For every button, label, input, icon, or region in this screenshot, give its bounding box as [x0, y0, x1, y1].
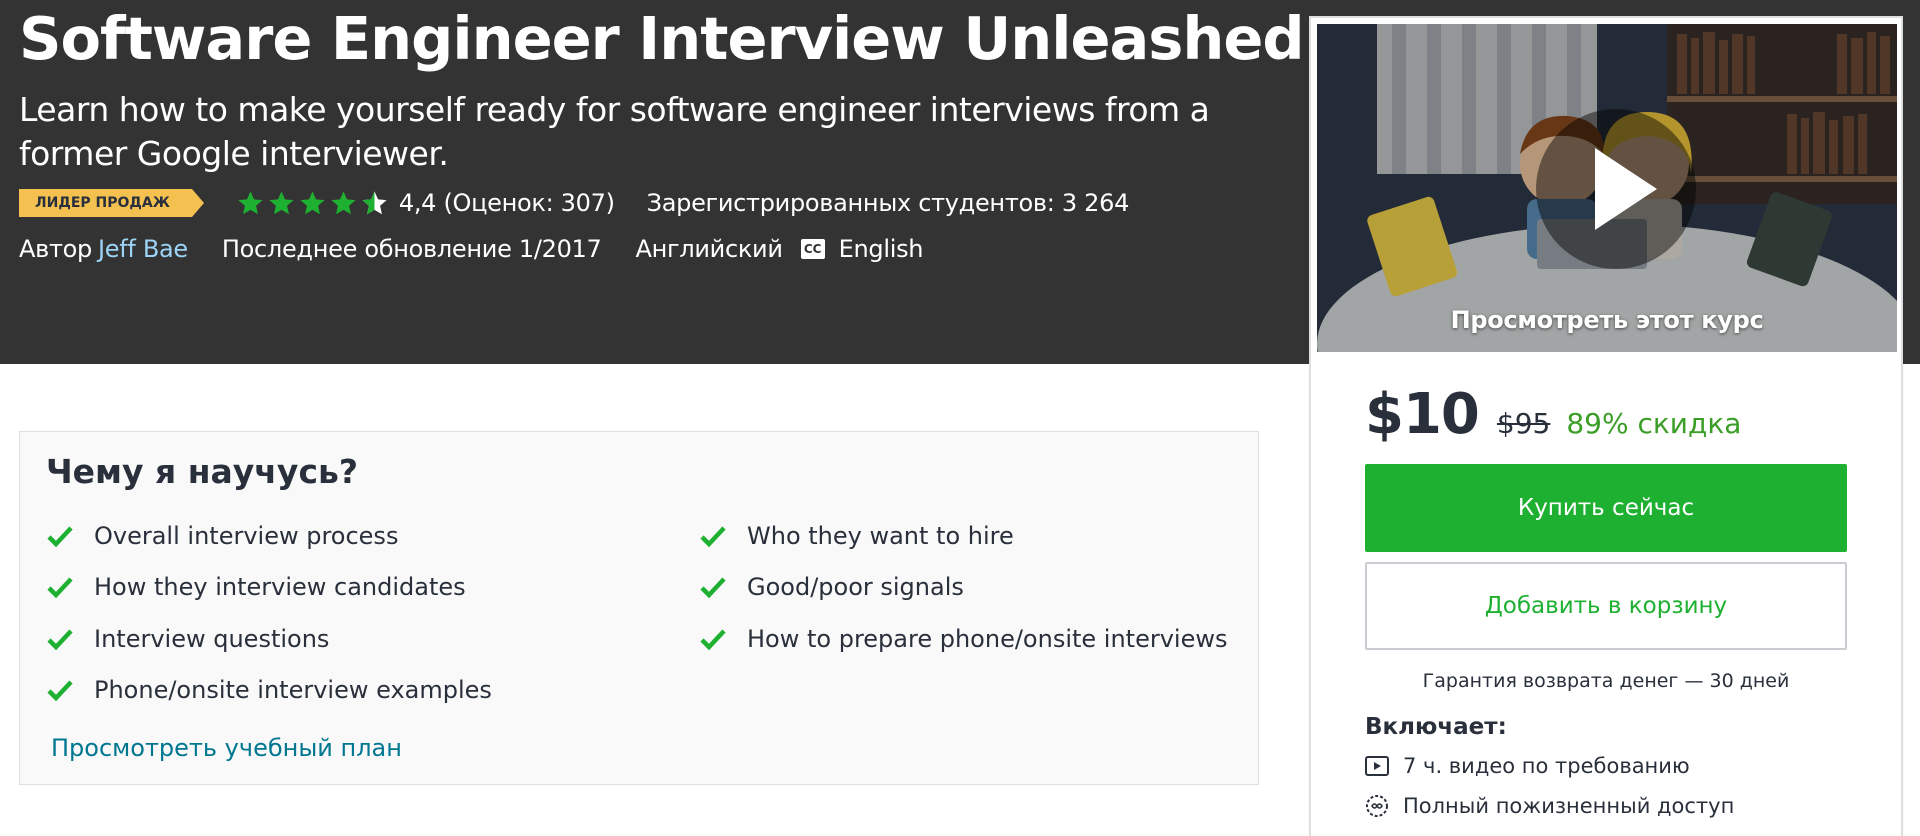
learn-item: Overall interview process [46, 522, 398, 550]
include-item: Полный пожизненный доступ [1365, 794, 1734, 818]
learn-item: Interview questions [46, 625, 329, 653]
course-stats: ЛИДЕР ПРОДАЖ 4,4 (Оценок: 307) Зарегистр… [19, 186, 1129, 220]
video-icon [1365, 756, 1389, 776]
star-icon [331, 190, 356, 214]
course-language: Английский [635, 235, 783, 263]
play-icon[interactable] [1535, 108, 1697, 270]
learn-item-text: Good/poor signals [747, 573, 964, 601]
purchase-card: Просмотреть этот курс $10 $95 89% скидка… [1309, 16, 1903, 836]
rating-stars [236, 189, 389, 218]
learn-item-text: How to prepare phone/onsite interviews [747, 625, 1228, 653]
learn-item-text: Interview questions [94, 625, 330, 653]
learn-item: Who they want to hire [699, 522, 1014, 550]
half-star-icon [362, 190, 387, 214]
money-back-guarantee: Гарантия возврата денег — 30 дней [1422, 670, 1790, 692]
learn-title: Чему я научусь? [46, 452, 359, 491]
learn-item-text: Who they want to hire [747, 522, 1014, 550]
original-price: $95 [1496, 407, 1551, 440]
closed-captions-icon: CC [800, 239, 825, 259]
current-price: $10 [1365, 382, 1480, 447]
bestseller-badge: ЛИДЕР ПРОДАЖ [19, 189, 204, 217]
what-you-will-learn: Чему я научусь? Overall interview proces… [19, 431, 1259, 785]
preview-label: Просмотреть этот курс [1450, 306, 1764, 334]
learn-item-text: How they interview candidates [94, 573, 466, 601]
discount-label: 89% скидка [1566, 407, 1742, 440]
learn-item-text: Phone/onsite interview examples [94, 676, 492, 704]
learn-item: How to prepare phone/onsite interviews [699, 625, 1227, 653]
star-icon [269, 190, 294, 214]
rating-text: 4,4 (Оценок: 307) [398, 189, 615, 217]
includes-title: Включает: [1365, 714, 1507, 740]
check-icon [47, 526, 73, 548]
course-title: Software Engineer Interview Unleashed [19, 4, 1305, 73]
lifetime-access-icon [1366, 795, 1388, 817]
course-info: Автор Jeff Bae Последнее обновление 1/20… [19, 232, 924, 266]
author-link[interactable]: Jeff Bae [98, 235, 188, 263]
check-icon [47, 680, 73, 702]
last-updated: Последнее обновление 1/2017 [221, 235, 602, 263]
include-item-text: Полный пожизненный доступ [1403, 794, 1735, 818]
star-icon [300, 190, 325, 214]
include-item: 7 ч. видео по требованию [1365, 754, 1690, 778]
captions-language: English [838, 235, 924, 263]
star-icon [238, 190, 263, 214]
course-preview[interactable]: Просмотреть этот курс [1317, 24, 1897, 352]
course-subtitle: Learn how to make yourself ready for sof… [19, 90, 1210, 173]
add-to-cart-button[interactable]: Добавить в корзину [1365, 562, 1847, 650]
check-icon [700, 629, 726, 651]
students-count: Зарегистрированных студентов: 3 264 [646, 189, 1130, 217]
price-row: $10 $95 89% скидка [1365, 382, 1741, 447]
learn-item-text: Overall interview process [94, 522, 399, 550]
check-icon [700, 577, 726, 599]
learn-item: Phone/onsite interview examples [46, 676, 492, 704]
check-icon [700, 526, 726, 548]
check-icon [47, 629, 73, 651]
include-item-text: 7 ч. видео по требованию [1403, 754, 1690, 778]
view-curriculum-link[interactable]: Просмотреть учебный план [51, 734, 402, 762]
buy-now-button[interactable]: Купить сейчас [1365, 464, 1847, 552]
check-icon [47, 577, 73, 599]
learn-item: Good/poor signals [699, 573, 964, 601]
learn-item: How they interview candidates [46, 573, 466, 601]
author-prefix: Автор [19, 235, 92, 263]
